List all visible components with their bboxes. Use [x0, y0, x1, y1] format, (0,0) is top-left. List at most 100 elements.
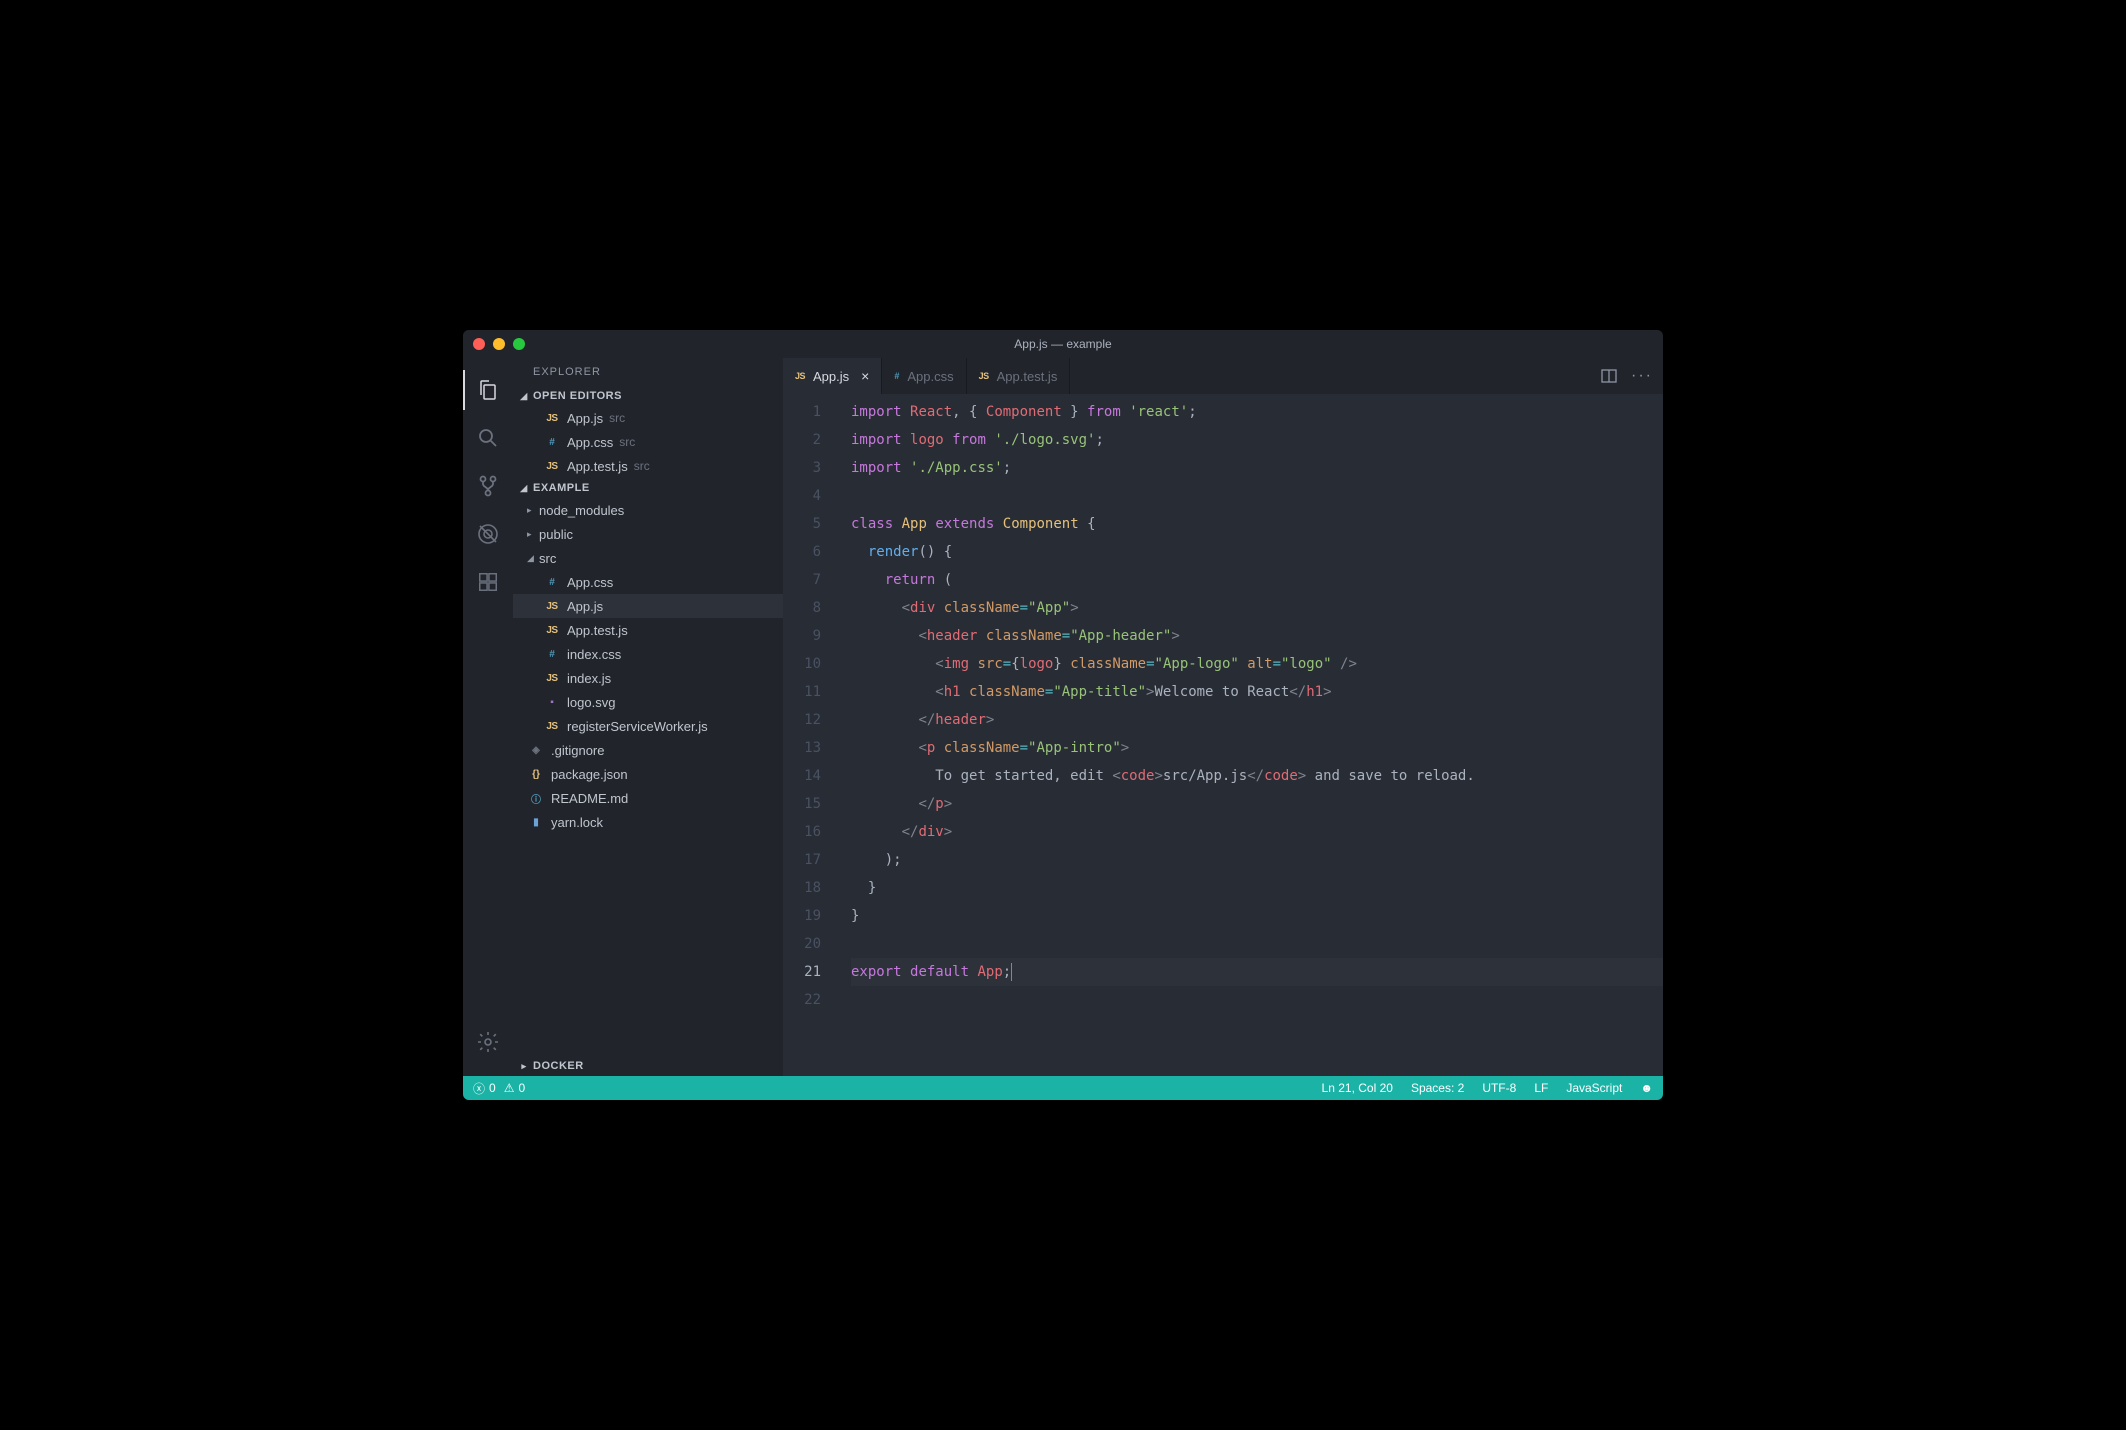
close-window-button[interactable] [473, 338, 485, 350]
sidebar: EXPLORER ◢ OPEN EDITORS JS App.js src # … [513, 358, 783, 1076]
open-editors-header[interactable]: ◢ OPEN EDITORS [513, 386, 783, 406]
file-name: App.css [567, 575, 613, 590]
docker-label: DOCKER [533, 1060, 584, 1072]
file-name: package.json [551, 767, 628, 782]
tab-label: App.js [813, 369, 849, 384]
lock-file-icon: ▮ [527, 817, 545, 828]
settings-gear-icon[interactable] [474, 1028, 502, 1056]
image-file-icon: ▪ [543, 697, 561, 708]
editor-actions: ··· [1601, 358, 1663, 394]
tab-app-js[interactable]: JS App.js × [783, 358, 882, 394]
traffic-lights [473, 338, 525, 350]
editor-tabs: JS App.js × # App.css JS App.test.js ··· [783, 358, 1663, 394]
code-editor[interactable]: 12345678910111213141516171819202122 impo… [783, 394, 1663, 1076]
code-content[interactable]: import React, { Component } from 'react'… [839, 394, 1663, 1076]
docker-header[interactable]: ▸ DOCKER [513, 1056, 783, 1076]
chevron-down-icon: ◢ [519, 391, 529, 402]
file-name: App.js [567, 599, 603, 614]
status-feedback-icon[interactable]: ☻ [1640, 1081, 1653, 1095]
explorer-icon[interactable] [474, 376, 502, 404]
split-editor-icon[interactable] [1601, 368, 1617, 384]
css-file-icon: # [543, 437, 561, 448]
maximize-window-button[interactable] [513, 338, 525, 350]
open-editors-list: JS App.js src # App.css src JS App.test.… [513, 406, 783, 478]
status-encoding[interactable]: UTF-8 [1482, 1081, 1516, 1095]
close-tab-icon[interactable]: × [861, 368, 869, 384]
debug-icon[interactable] [474, 520, 502, 548]
status-bar: ⓧ 0 ⚠ 0 Ln 21, Col 20 Spaces: 2 UTF-8 LF… [463, 1076, 1663, 1100]
file-item[interactable]: ⓘ README.md [513, 786, 783, 810]
js-file-icon: JS [543, 413, 561, 424]
file-item[interactable]: # App.css [513, 570, 783, 594]
chevron-down-icon: ◢ [519, 483, 529, 494]
project-label: EXAMPLE [533, 482, 590, 494]
file-item[interactable]: ▪ logo.svg [513, 690, 783, 714]
extensions-icon[interactable] [474, 568, 502, 596]
folder-name: node_modules [539, 503, 624, 518]
chevron-down-icon: ◢ [527, 553, 539, 564]
file-item[interactable]: ▮ yarn.lock [513, 810, 783, 834]
folder-name: public [539, 527, 573, 542]
file-name: App.css [567, 435, 613, 450]
status-spaces[interactable]: Spaces: 2 [1411, 1081, 1464, 1095]
error-icon: ⓧ [473, 1080, 485, 1097]
file-dir: src [609, 411, 625, 425]
error-count: 0 [489, 1081, 496, 1095]
main-area: EXPLORER ◢ OPEN EDITORS JS App.js src # … [463, 358, 1663, 1076]
css-file-icon: # [894, 371, 899, 381]
editor-area: JS App.js × # App.css JS App.test.js ··· [783, 358, 1663, 1076]
file-item-selected[interactable]: JS App.js [513, 594, 783, 618]
source-control-icon[interactable] [474, 472, 502, 500]
status-eol[interactable]: LF [1534, 1081, 1548, 1095]
file-item[interactable]: ◈ .gitignore [513, 738, 783, 762]
folder-name: src [539, 551, 556, 566]
vscode-window: App.js — example [463, 330, 1663, 1100]
file-dir: src [634, 459, 650, 473]
js-file-icon: JS [543, 673, 561, 684]
json-file-icon: {} [527, 769, 545, 780]
warning-count: 0 [518, 1081, 525, 1095]
chevron-right-icon: ▸ [527, 529, 539, 540]
file-item[interactable]: # index.css [513, 642, 783, 666]
tab-label: App.test.js [997, 369, 1058, 384]
js-file-icon: JS [543, 625, 561, 636]
folder-item[interactable]: ▸ node_modules [513, 498, 783, 522]
line-numbers: 12345678910111213141516171819202122 [783, 394, 839, 1076]
sidebar-title: EXPLORER [513, 358, 783, 386]
chevron-right-icon: ▸ [519, 1061, 529, 1072]
file-dir: src [619, 435, 635, 449]
chevron-right-icon: ▸ [527, 505, 539, 516]
file-item[interactable]: {} package.json [513, 762, 783, 786]
file-item[interactable]: JS index.js [513, 666, 783, 690]
open-editor-item[interactable]: # App.css src [513, 430, 783, 454]
js-file-icon: JS [543, 721, 561, 732]
status-warnings[interactable]: ⚠ 0 [504, 1081, 525, 1095]
file-name: index.css [567, 647, 621, 662]
search-icon[interactable] [474, 424, 502, 452]
folder-item[interactable]: ◢ src [513, 546, 783, 570]
status-cursor[interactable]: Ln 21, Col 20 [1322, 1081, 1393, 1095]
file-name: App.test.js [567, 459, 628, 474]
file-item[interactable]: JS registerServiceWorker.js [513, 714, 783, 738]
js-file-icon: JS [543, 461, 561, 472]
title-bar: App.js — example [463, 330, 1663, 358]
file-name: App.js [567, 411, 603, 426]
open-editor-item[interactable]: JS App.js src [513, 406, 783, 430]
status-language[interactable]: JavaScript [1566, 1081, 1622, 1095]
open-editors-label: OPEN EDITORS [533, 390, 622, 402]
folder-item[interactable]: ▸ public [513, 522, 783, 546]
open-editor-item[interactable]: JS App.test.js src [513, 454, 783, 478]
minimize-window-button[interactable] [493, 338, 505, 350]
file-item[interactable]: JS App.test.js [513, 618, 783, 642]
project-header[interactable]: ◢ EXAMPLE [513, 478, 783, 498]
file-name: README.md [551, 791, 628, 806]
tab-app-css[interactable]: # App.css [882, 358, 966, 394]
js-file-icon: JS [979, 371, 989, 381]
window-title: App.js — example [1014, 337, 1111, 351]
tab-app-test-js[interactable]: JS App.test.js [967, 358, 1071, 394]
file-name: App.test.js [567, 623, 628, 638]
status-errors[interactable]: ⓧ 0 [473, 1080, 496, 1097]
more-actions-icon[interactable]: ··· [1631, 367, 1653, 385]
warning-icon: ⚠ [504, 1081, 515, 1095]
file-name: logo.svg [567, 695, 615, 710]
